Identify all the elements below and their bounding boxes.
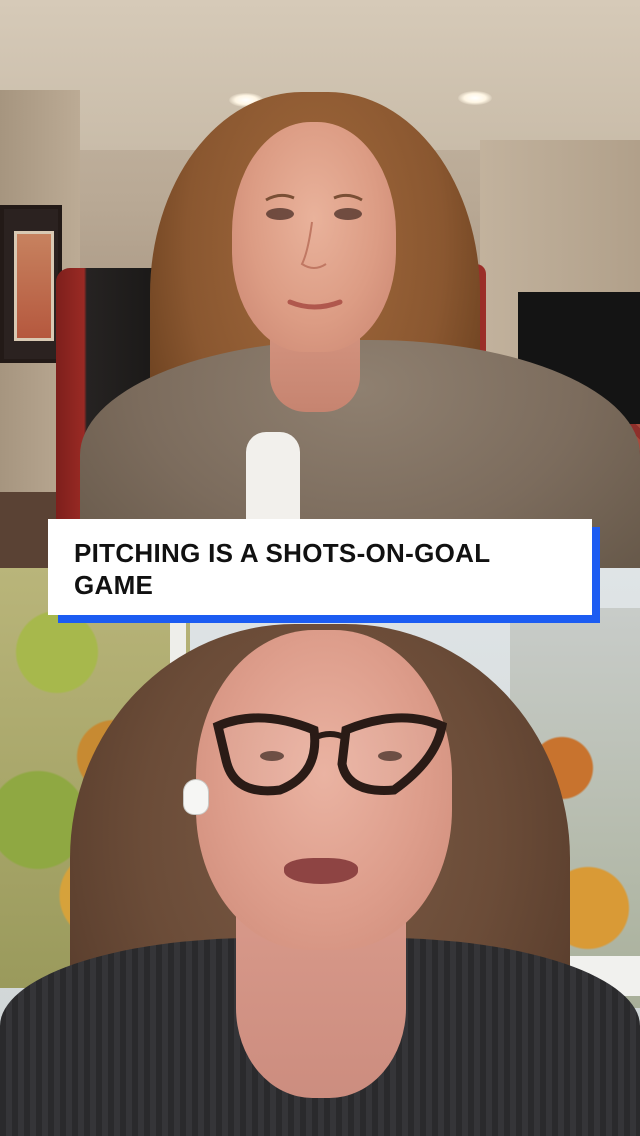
earbud-icon (184, 780, 208, 814)
participant-bottom-mouth (284, 858, 358, 884)
video-call-frame: PITCHING IS A SHOTS-ON-GOAL GAME (0, 0, 640, 1136)
glasses-icon (212, 713, 448, 796)
caption-banner: PITCHING IS A SHOTS-ON-GOAL GAME (48, 519, 592, 615)
participant-top-face (232, 122, 396, 352)
ceiling-light-right (458, 91, 492, 105)
caption-text: PITCHING IS A SHOTS-ON-GOAL GAME (74, 538, 490, 600)
wall-picture-frame (0, 205, 62, 363)
wall-picture (14, 231, 54, 341)
bottom-participant-video (0, 568, 640, 1136)
participant-top-features (265, 193, 363, 310)
top-participant-video (0, 0, 640, 568)
